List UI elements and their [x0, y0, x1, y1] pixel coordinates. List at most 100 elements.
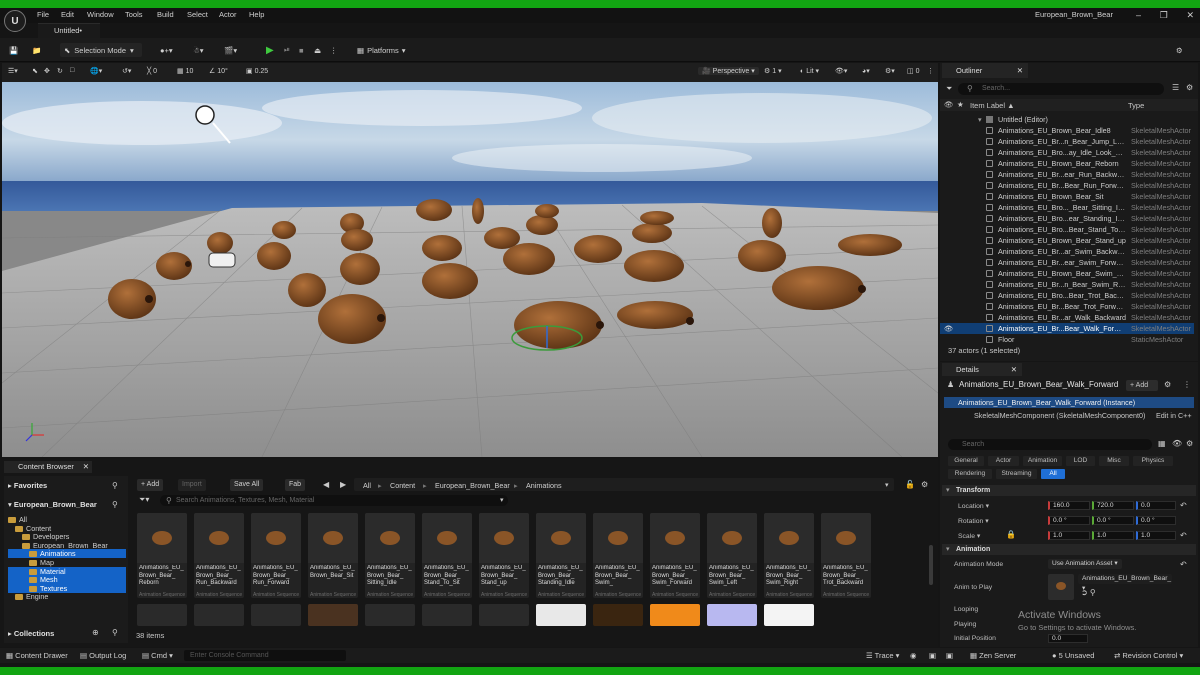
blueprint-icon[interactable]: ⚙: [1164, 380, 1171, 389]
eject-icon[interactable]: ⏏: [314, 43, 321, 57]
chevron-down-icon[interactable]: ▾: [885, 481, 889, 489]
skeletal-mesh-component-row[interactable]: SkeletalMeshComponent (SkeletalMeshCompo…: [944, 410, 1194, 421]
platforms-dropdown[interactable]: ▦ Platforms ▾: [357, 43, 406, 57]
texture-tile[interactable]: [536, 604, 586, 626]
outliner-row[interactable]: Animations_EU_Br...ear_Swim_Forward Skele…: [940, 257, 1194, 268]
lit-dropdown[interactable]: ◐ Lit ▾: [800, 67, 819, 75]
scale-y-field[interactable]: 1.0: [1092, 531, 1134, 540]
category-tab-all[interactable]: All: [1041, 469, 1065, 479]
asset-tile[interactable]: [479, 604, 529, 626]
lock-icon[interactable]: 🔒: [1006, 530, 1016, 539]
details-search-input[interactable]: Search: [948, 439, 1152, 450]
asset-tile[interactable]: [422, 604, 472, 626]
asset-tile[interactable]: [251, 604, 301, 626]
asset-tile[interactable]: Animations_EU_ Brown_Bear_ Swim_Left Anim…: [707, 513, 757, 598]
eye-icon[interactable]: 👁: [1172, 439, 1182, 448]
play-options-icon[interactable]: ⋮: [330, 43, 338, 57]
world-space-icon[interactable]: 🌐▾: [90, 67, 102, 75]
history-forward-icon[interactable]: ▶: [340, 480, 346, 489]
outliner-row[interactable]: Animations_EU_Br...ar_Walk_Backward Skele…: [940, 312, 1194, 323]
edit-cpp-link[interactable]: Edit in C++: [1156, 410, 1192, 421]
category-tab-actor[interactable]: Actor: [988, 456, 1019, 466]
scale-label[interactable]: Scale ▾: [958, 532, 980, 540]
outliner-row[interactable]: Animations_EU_Brown_Bear_Reborn SkeletalM…: [940, 158, 1194, 169]
asset-tile[interactable]: Animations_EU_ Brown_Bear_ Trot_Backward…: [821, 513, 871, 598]
add-collection-icon[interactable]: ⊕: [92, 628, 99, 637]
maximize-icon[interactable]: ❐: [1160, 10, 1168, 21]
asset-tile[interactable]: Animations_EU_ Brown_Bear_ Sitting_Idle A…: [365, 513, 415, 598]
favorites-header[interactable]: ▸ Favorites: [8, 481, 47, 490]
outliner-row[interactable]: 👁 Animations_EU_Br...Bear_Walk_Forward Ske…: [940, 323, 1194, 334]
settings-icon[interactable]: ⚙: [1176, 43, 1183, 57]
stop-icon[interactable]: ■: [299, 43, 304, 57]
category-tab-animation[interactable]: Animation: [1023, 456, 1062, 466]
asset-tile[interactable]: [308, 604, 358, 626]
revision-control-button[interactable]: ⇄ Revision Control ▾: [1114, 651, 1183, 660]
cinematics-icon[interactable]: 🎬▾: [224, 43, 237, 57]
outliner-row[interactable]: Animations_EU_Br...Bear_Run_Forward Skele…: [940, 180, 1194, 191]
player-start-icon[interactable]: [208, 252, 236, 268]
content-browser-tab[interactable]: Content Browser ✕: [4, 461, 92, 473]
cmd-dropdown[interactable]: ▤ Cmd ▾: [142, 651, 173, 660]
animation-mode-dropdown[interactable]: Use Animation Asset ▾: [1048, 559, 1122, 569]
reset-location-icon[interactable]: ↶: [1180, 501, 1187, 510]
rotate-snap-value[interactable]: ╳ 0: [147, 67, 157, 75]
history-back-icon[interactable]: ◀: [323, 480, 329, 489]
content-icon[interactable]: 📁: [32, 43, 41, 57]
rotate-tool-icon[interactable]: ↻: [57, 67, 63, 75]
texture-tile[interactable]: [650, 604, 700, 626]
close-icon[interactable]: ✕: [1017, 63, 1023, 78]
settings-icon[interactable]: ⚙: [1186, 83, 1193, 92]
asset-tile[interactable]: Animations_EU_ Brown_Bear_ Reborn Animati…: [137, 513, 187, 598]
camera-speed[interactable]: ⚙ 1 ▾: [764, 67, 782, 75]
outliner-root[interactable]: ▾ Untitled (Editor): [940, 114, 1194, 125]
menu-edit[interactable]: Edit: [61, 10, 74, 19]
close-icon[interactable]: ✕: [83, 461, 89, 473]
rotation-x-field[interactable]: 0.0 °: [1048, 516, 1090, 525]
visibility-icon[interactable]: 👁: [944, 323, 953, 334]
asset-tile[interactable]: Animations_EU_ Brown_Bear_ Run_Forward An…: [251, 513, 301, 598]
menu-select[interactable]: Select: [187, 10, 208, 19]
minimize-icon[interactable]: –: [1136, 10, 1141, 21]
location-x-field[interactable]: 160.0: [1048, 501, 1090, 510]
add-actor-icon[interactable]: ●+▾: [160, 43, 173, 57]
asset-tile[interactable]: Animations_EU_ Brown_Bear_ Stand_up Anima…: [479, 513, 529, 598]
category-tab-physics[interactable]: Physics: [1133, 456, 1173, 466]
surface-snap-icon[interactable]: ↺▾: [122, 67, 131, 75]
reset-scale-icon[interactable]: ↶: [1180, 531, 1187, 540]
menu-build[interactable]: Build: [157, 10, 174, 19]
type-column[interactable]: Type: [1128, 101, 1144, 110]
rotation-label[interactable]: Rotation ▾: [958, 517, 989, 525]
outliner-row[interactable]: Animations_EU_Bro...ay_Idle_Look_Side Ske…: [940, 147, 1194, 158]
browse-icon[interactable]: ➲ ⚲: [1081, 588, 1096, 597]
anim-to-play-dropdown[interactable]: Animations_EU_Brown_Bear_ ▾: [1078, 574, 1172, 592]
chevron-down-icon[interactable]: ▾: [500, 496, 504, 504]
trace-dropdown[interactable]: ☰ Trace ▾: [866, 651, 899, 660]
scrollbar[interactable]: [929, 545, 933, 585]
breadcrumb-all[interactable]: All: [363, 481, 371, 490]
location-y-field[interactable]: 720.0: [1092, 501, 1134, 510]
console-command-input[interactable]: Enter Console Command: [184, 650, 346, 661]
outliner-row[interactable]: Animations_EU_Br...Bear_Trot_Forward Skel…: [940, 301, 1194, 312]
filter-icon[interactable]: ⏷▾: [139, 495, 149, 505]
close-icon[interactable]: ✕: [1011, 363, 1017, 376]
filter-icon[interactable]: ⏷: [946, 84, 952, 94]
close-icon[interactable]: ✕: [1186, 10, 1194, 21]
folder-engine[interactable]: Engine: [8, 592, 48, 601]
outliner-row[interactable]: Animations_EU_Brown_Bear_Idle8 SkeletalMe…: [940, 125, 1194, 136]
settings-icon[interactable]: ⚙▾: [885, 67, 895, 75]
content-drawer-button[interactable]: ▦ Content Drawer: [6, 651, 68, 660]
texture-tile[interactable]: [593, 604, 643, 626]
menu-help[interactable]: Help: [249, 10, 264, 19]
add-filter-icon[interactable]: ☰: [1172, 83, 1179, 92]
location-label[interactable]: Location ▾: [958, 502, 989, 510]
unsaved-button[interactable]: ● 5 Unsaved: [1052, 651, 1094, 660]
skip-icon[interactable]: ⏯: [284, 43, 290, 57]
reset-anim-mode-icon[interactable]: ↶: [1180, 560, 1187, 569]
grid-icon[interactable]: ▦: [1158, 439, 1166, 448]
search-icon[interactable]: ⚲: [112, 628, 118, 637]
outliner-row[interactable]: Animations_EU_Bro...ear_Standing_Idle Ske…: [940, 213, 1194, 224]
camera-icon[interactable]: ▣: [946, 651, 953, 660]
texture-tile[interactable]: [764, 604, 814, 626]
settings-icon[interactable]: ⚙: [1186, 439, 1193, 448]
